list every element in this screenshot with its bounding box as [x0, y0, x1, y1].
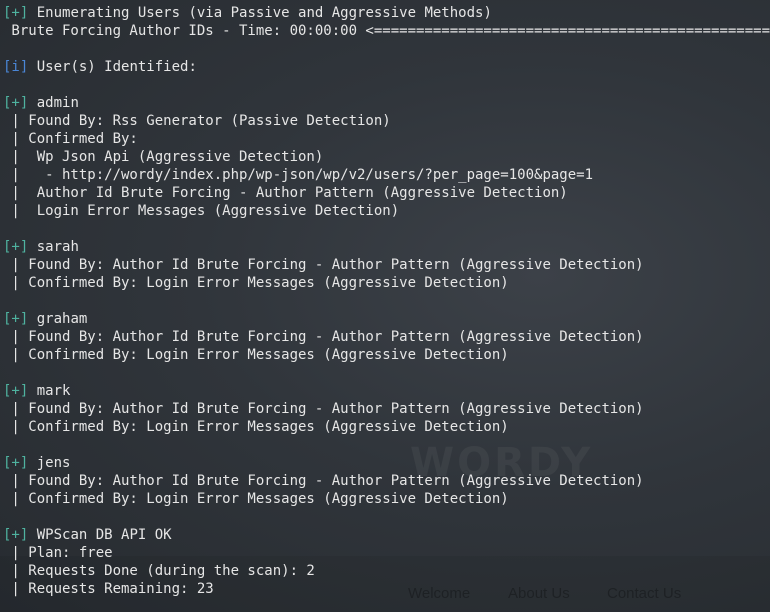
plus-tag: [+]: [3, 5, 29, 21]
line-text: mark: [28, 383, 71, 399]
line-text: | Found By: Author Id Brute Forcing - Au…: [3, 401, 644, 417]
terminal-line: [+] Enumerating Users (via Passive and A…: [0, 4, 770, 22]
line-text: WPScan DB API OK: [28, 527, 172, 543]
terminal-line: | - http://wordy/index.php/wp-json/wp/v2…: [0, 166, 770, 184]
line-text: | Found By: Author Id Brute Forcing - Au…: [3, 473, 644, 489]
terminal-line: [+] WPScan DB API OK: [0, 526, 770, 544]
terminal-output: [+] Enumerating Users (via Passive and A…: [0, 4, 770, 598]
plus-tag: [+]: [3, 95, 29, 111]
line-text: | Confirmed By: Login Error Messages (Ag…: [3, 419, 509, 435]
line-text: | Author Id Brute Forcing - Author Patte…: [3, 185, 568, 201]
terminal-window[interactable]: WORDY Welcome About Us Contact Us [+] En…: [0, 0, 770, 612]
line-text: | Found By: Author Id Brute Forcing - Au…: [3, 257, 644, 273]
line-text: Enumerating Users (via Passive and Aggre…: [28, 5, 492, 21]
plus-tag: [+]: [3, 383, 29, 399]
plus-tag: [+]: [3, 455, 29, 471]
line-text: graham: [28, 311, 88, 327]
terminal-line: | Confirmed By: Login Error Messages (Ag…: [0, 418, 770, 436]
terminal-line: | Plan: free: [0, 544, 770, 562]
terminal-line: | Confirmed By: Login Error Messages (Ag…: [0, 490, 770, 508]
plus-tag: [+]: [3, 311, 29, 327]
line-text: | Requests Done (during the scan): 2: [3, 563, 315, 579]
terminal-line: | Found By: Author Id Brute Forcing - Au…: [0, 472, 770, 490]
terminal-line: | Found By: Rss Generator (Passive Detec…: [0, 112, 770, 130]
terminal-line: | Confirmed By: Login Error Messages (Ag…: [0, 346, 770, 364]
terminal-line: [+] mark: [0, 382, 770, 400]
line-text: admin: [28, 95, 79, 111]
line-text: | Confirmed By:: [3, 131, 138, 147]
terminal-line: | Found By: Author Id Brute Forcing - Au…: [0, 256, 770, 274]
line-text: User(s) Identified:: [28, 59, 197, 75]
terminal-line: | Confirmed By:: [0, 130, 770, 148]
terminal-line: | Login Error Messages (Aggressive Detec…: [0, 202, 770, 220]
line-text: | Requests Remaining: 23: [3, 581, 214, 597]
line-text: Brute Forcing Author IDs - Time: 00:00:0…: [11, 23, 770, 39]
terminal-line: [+] admin: [0, 94, 770, 112]
line-text: sarah: [28, 239, 79, 255]
plus-tag: [+]: [3, 239, 29, 255]
terminal-line: [i] User(s) Identified:: [0, 58, 770, 76]
terminal-line: [+] sarah: [0, 238, 770, 256]
terminal-line: [+] graham: [0, 310, 770, 328]
terminal-line: | Found By: Author Id Brute Forcing - Au…: [0, 328, 770, 346]
line-text: | - http://wordy/index.php/wp-json/wp/v2…: [3, 167, 594, 183]
line-text: | Found By: Author Id Brute Forcing - Au…: [3, 329, 644, 345]
terminal-line: | Found By: Author Id Brute Forcing - Au…: [0, 400, 770, 418]
terminal-line: | Requests Done (during the scan): 2: [0, 562, 770, 580]
terminal-line: | Author Id Brute Forcing - Author Patte…: [0, 184, 770, 202]
plus-tag: [+]: [3, 527, 29, 543]
line-text: | Found By: Rss Generator (Passive Detec…: [3, 113, 391, 129]
line-text: jens: [28, 455, 71, 471]
terminal-line: | Wp Json Api (Aggressive Detection): [0, 148, 770, 166]
terminal-line: [+] jens: [0, 454, 770, 472]
terminal-line: | Confirmed By: Login Error Messages (Ag…: [0, 274, 770, 292]
line-text: | Login Error Messages (Aggressive Detec…: [3, 203, 400, 219]
line-text: | Wp Json Api (Aggressive Detection): [3, 149, 324, 165]
terminal-line: Brute Forcing Author IDs - Time: 00:00:0…: [0, 22, 770, 40]
line-text: | Confirmed By: Login Error Messages (Ag…: [3, 275, 509, 291]
terminal-line: | Requests Remaining: 23: [0, 580, 770, 598]
line-text: | Confirmed By: Login Error Messages (Ag…: [3, 347, 509, 363]
info-tag: [i]: [3, 59, 29, 75]
line-text: | Plan: free: [3, 545, 113, 561]
line-text: | Confirmed By: Login Error Messages (Ag…: [3, 491, 509, 507]
